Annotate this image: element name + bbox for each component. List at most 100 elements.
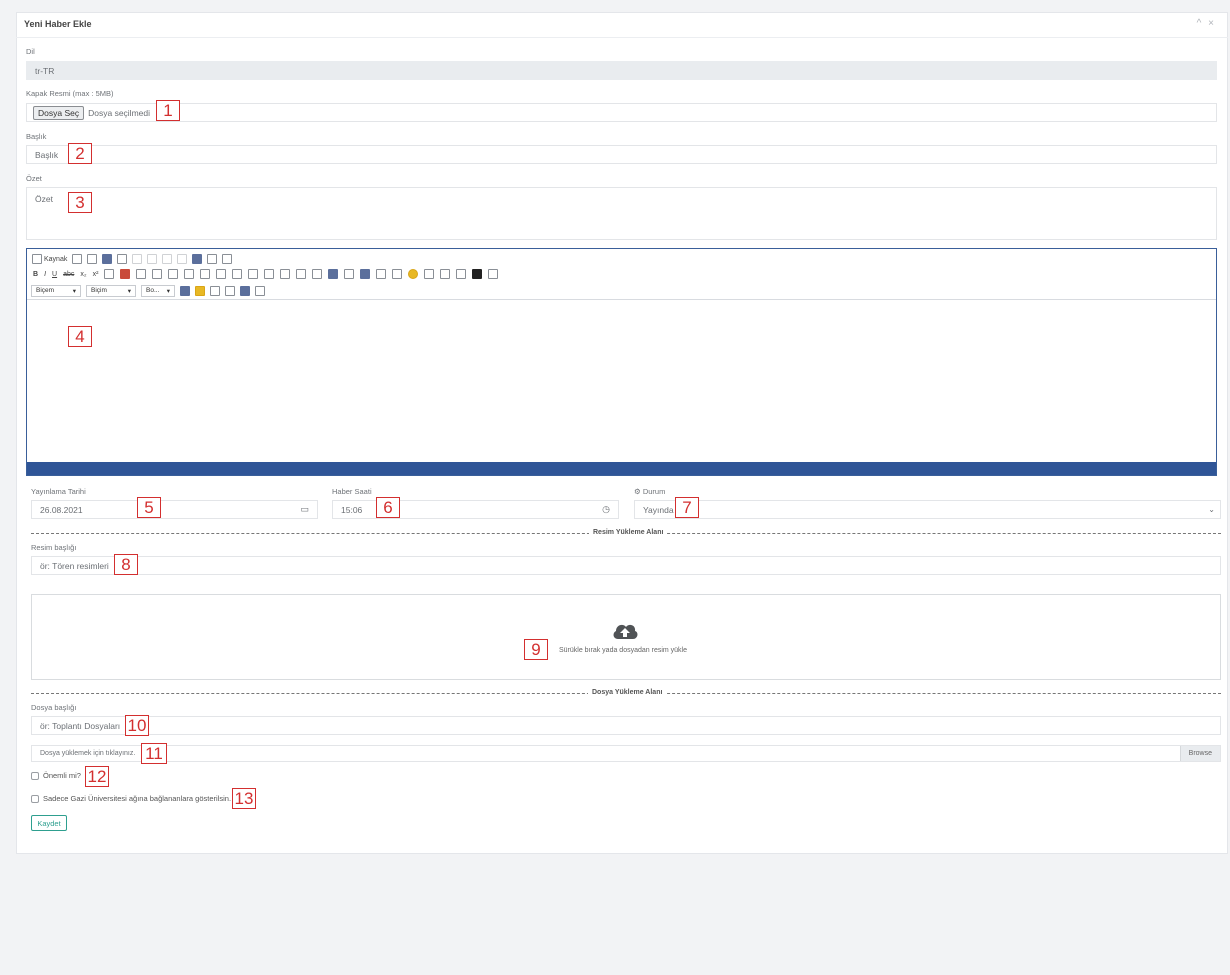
file-upload-placeholder: Dosya yüklemek için tıklayınız. bbox=[40, 750, 136, 757]
youtube-icon[interactable] bbox=[472, 269, 483, 279]
anchor-icon[interactable] bbox=[360, 269, 371, 279]
gazi-network-checkbox[interactable] bbox=[31, 795, 39, 803]
gazi-network-label: Sadece Gazi Üniversitesi ağına bağlananl… bbox=[43, 794, 232, 803]
file-section-title: Dosya Yükleme Alanı bbox=[588, 689, 667, 696]
maximize-icon[interactable] bbox=[210, 286, 220, 296]
panel-title: Yeni Haber Ekle bbox=[24, 19, 92, 29]
status-label: ⚙ Durum bbox=[634, 487, 666, 496]
link-icon[interactable] bbox=[328, 269, 339, 279]
blockquote-icon[interactable] bbox=[200, 269, 211, 279]
language-label: Dil bbox=[26, 47, 35, 56]
clock-icon[interactable]: ◷ bbox=[602, 504, 610, 515]
close-icon[interactable]: × bbox=[1208, 18, 1216, 29]
rtl-icon[interactable] bbox=[312, 269, 323, 279]
unlink-icon[interactable] bbox=[344, 269, 355, 279]
numbered-list-icon[interactable] bbox=[136, 269, 147, 279]
style-select[interactable]: Biçim ▾ bbox=[86, 285, 136, 297]
choose-file-button[interactable]: Dosya Seç bbox=[33, 105, 85, 120]
status-value: Yayında bbox=[643, 504, 674, 515]
clear-format-icon[interactable] bbox=[120, 269, 131, 279]
copy-icon[interactable] bbox=[147, 254, 158, 264]
browse-button[interactable]: Browse bbox=[1179, 746, 1220, 761]
show-blocks-icon[interactable] bbox=[225, 286, 235, 296]
bulleted-list-icon[interactable] bbox=[152, 269, 163, 279]
important-checkbox[interactable] bbox=[31, 772, 39, 780]
publish-date-label: Yayınlama Tarihi bbox=[31, 487, 86, 496]
title-label: Başlık bbox=[26, 132, 47, 141]
callout-1: 1 bbox=[156, 100, 180, 121]
ltr-icon[interactable] bbox=[296, 269, 307, 279]
indent-icon[interactable] bbox=[184, 269, 195, 279]
align-left-icon[interactable] bbox=[232, 269, 243, 279]
remove-format-icon[interactable] bbox=[104, 269, 115, 279]
callout-8: 8 bbox=[114, 554, 138, 575]
div-icon[interactable] bbox=[216, 269, 227, 279]
callout-10: 10 bbox=[125, 715, 149, 736]
publish-date-value: 26.08.2021 bbox=[40, 504, 83, 515]
italic-button[interactable]: I bbox=[44, 271, 46, 278]
print-icon[interactable] bbox=[102, 254, 113, 264]
special-char-icon[interactable] bbox=[424, 269, 435, 279]
source-icon[interactable]: Kaynak bbox=[32, 254, 67, 264]
cut-icon[interactable] bbox=[132, 254, 143, 264]
undo-icon[interactable] bbox=[162, 254, 173, 264]
callout-12: 12 bbox=[85, 766, 109, 787]
align-center-icon[interactable] bbox=[248, 269, 259, 279]
callout-5: 5 bbox=[137, 497, 161, 518]
find-icon[interactable] bbox=[192, 254, 203, 264]
iframe-icon[interactable] bbox=[456, 269, 467, 279]
replace-icon[interactable] bbox=[207, 254, 218, 264]
callout-7: 7 bbox=[675, 497, 699, 518]
columns-icon[interactable] bbox=[240, 286, 250, 296]
file-status: Dosya seçilmedi bbox=[88, 107, 150, 118]
image-title-label: Resim başlığı bbox=[31, 543, 77, 552]
bold-button[interactable]: B bbox=[33, 271, 38, 278]
window-icon[interactable] bbox=[488, 269, 499, 279]
file-title-label: Dosya başlığı bbox=[31, 703, 77, 712]
save-button[interactable]: Kaydet bbox=[31, 815, 67, 831]
select-all-icon[interactable] bbox=[222, 254, 233, 264]
page-break-icon[interactable] bbox=[440, 269, 451, 279]
rich-text-editor[interactable] bbox=[26, 248, 1217, 476]
format-select[interactable]: Biçem ▾ bbox=[31, 285, 81, 297]
strike-button[interactable]: abc bbox=[63, 271, 74, 278]
cover-image-field[interactable]: Dosya Seç Dosya seçilmedi bbox=[26, 103, 1217, 122]
image-title-input[interactable]: ör: Tören resimleri bbox=[31, 556, 1221, 575]
summary-textarea[interactable]: Özet bbox=[26, 187, 1217, 240]
subscript-button[interactable]: x₂ bbox=[80, 271, 86, 278]
hr-icon[interactable] bbox=[392, 269, 403, 279]
align-right-icon[interactable] bbox=[264, 269, 275, 279]
smiley-icon[interactable] bbox=[408, 269, 419, 279]
new-page-icon[interactable] bbox=[72, 254, 83, 264]
editor-status-bar bbox=[27, 462, 1216, 475]
bg-color-icon[interactable] bbox=[195, 286, 205, 296]
image-section-title: Resim Yükleme Alanı bbox=[589, 529, 668, 536]
callout-6: 6 bbox=[376, 497, 400, 518]
file-upload-input[interactable]: Dosya yüklemek için tıklayınız. Browse bbox=[31, 745, 1221, 762]
news-time-label: Haber Saati bbox=[332, 487, 372, 496]
editor-toolbar-row-3: Biçem ▾ Biçim ▾ Bo... ▾ bbox=[31, 285, 265, 297]
text-color-icon[interactable] bbox=[180, 286, 190, 296]
underline-button[interactable]: U bbox=[52, 271, 57, 278]
table-icon[interactable] bbox=[376, 269, 387, 279]
title-input[interactable]: Başlık bbox=[26, 145, 1217, 164]
editor-toolbar-row-2: B I U abc x₂ x² bbox=[33, 269, 499, 279]
justify-icon[interactable] bbox=[280, 269, 291, 279]
publish-date-input[interactable]: 26.08.2021 ▭ bbox=[31, 500, 318, 519]
size-select[interactable]: Bo... ▾ bbox=[141, 285, 175, 297]
preview-icon[interactable] bbox=[87, 254, 98, 264]
file-title-input[interactable]: ör: Toplantı Dosyaları bbox=[31, 716, 1221, 735]
callout-2: 2 bbox=[68, 143, 92, 164]
calendar-icon[interactable]: ▭ bbox=[300, 504, 309, 515]
templates-icon[interactable] bbox=[117, 254, 128, 264]
status-select[interactable]: Yayında ⌄ bbox=[634, 500, 1221, 519]
callout-3: 3 bbox=[68, 192, 92, 213]
panel-header bbox=[16, 12, 1228, 38]
panel-tools[interactable]: ^ × bbox=[1197, 18, 1216, 29]
callout-9: 9 bbox=[524, 639, 548, 660]
redo-icon[interactable] bbox=[177, 254, 188, 264]
collapse-icon[interactable]: ^ bbox=[1197, 18, 1204, 29]
outdent-icon[interactable] bbox=[168, 269, 179, 279]
layout-icon[interactable] bbox=[255, 286, 265, 296]
superscript-button[interactable]: x² bbox=[93, 271, 99, 278]
